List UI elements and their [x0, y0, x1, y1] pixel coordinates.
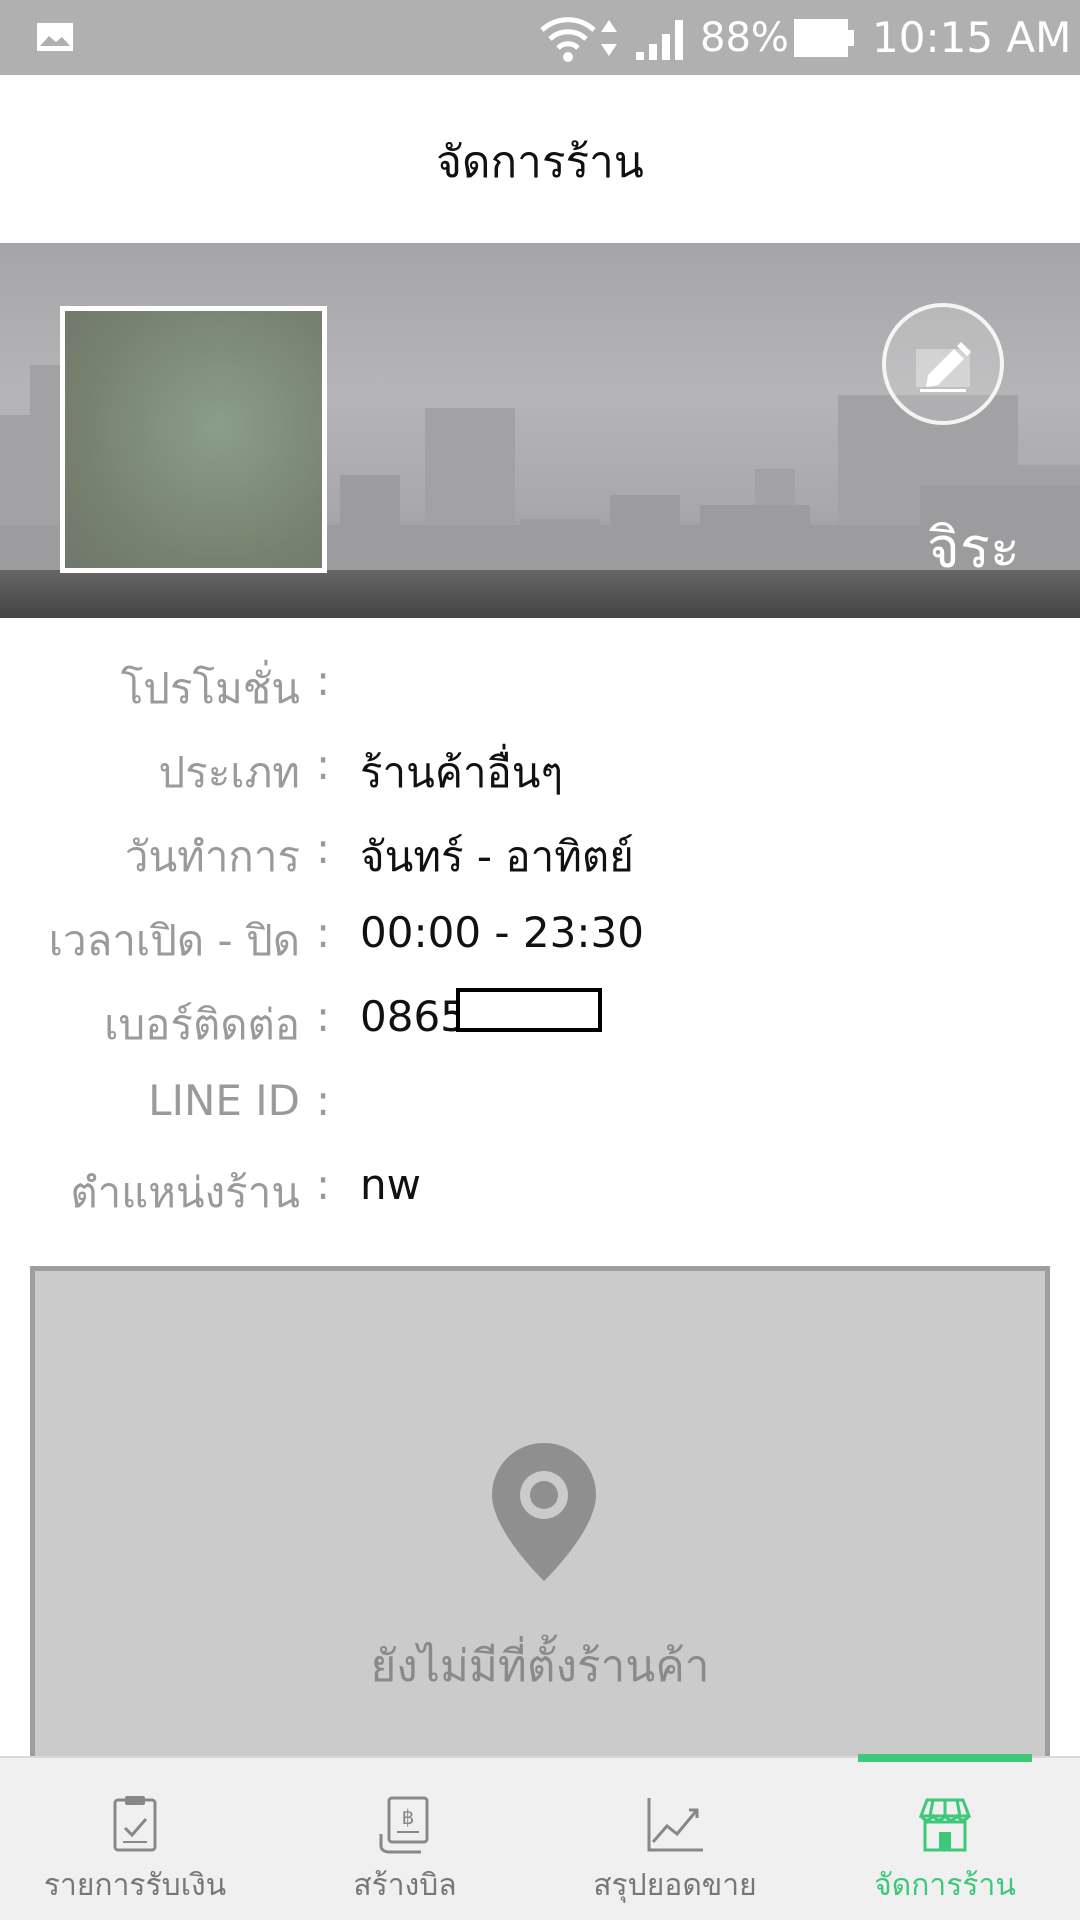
clock: 10:15 AM — [872, 13, 1072, 62]
promotion-label: โปรโมชั่น — [120, 664, 300, 713]
info-row-work-days: วันทำการ : จันทร์ - อาทิตย์ — [0, 820, 1080, 884]
map-pin-icon — [492, 1443, 596, 1581]
info-row-phone: เบอร์ติดต่อ : 0865 — [0, 988, 1080, 1052]
gallery-icon — [37, 23, 73, 51]
colon: : — [316, 1076, 331, 1125]
app-header: จัดการร้าน — [0, 75, 1080, 243]
nav-label: รายการรับเงิน — [43, 1868, 227, 1903]
shop-name: จิระ — [927, 516, 1020, 581]
category-label: ประเภท — [158, 748, 300, 797]
shop-banner: จิระ — [0, 243, 1080, 618]
wifi-icon — [540, 17, 596, 62]
work-days-label: วันทำการ — [124, 832, 300, 881]
line-chart-icon — [647, 1798, 703, 1852]
signal-icon — [636, 20, 683, 60]
battery-icon — [794, 19, 854, 57]
colon: : — [316, 992, 331, 1041]
edit-shop-button[interactable] — [882, 303, 1004, 425]
category-value: ร้านค้าอื่นๆ — [360, 748, 564, 797]
status-bar: 88% 10:15 AM — [0, 0, 1080, 75]
phone-value: 0865 — [360, 992, 467, 1041]
nav-item-manage-shop[interactable]: จัดการร้าน — [810, 1758, 1080, 1920]
work-days-value: จันทร์ - อาทิตย์ — [360, 832, 634, 881]
hours-value: 00:00 - 23:30 — [360, 908, 644, 957]
bottom-nav: รายการรับเงิน ฿ สร้างบิล สรุปยอดขาย จัดก — [0, 1754, 1080, 1920]
shop-photo[interactable] — [60, 306, 327, 573]
colon: : — [316, 740, 331, 789]
page-title: จัดการร้าน — [436, 137, 644, 188]
phone-label: เบอร์ติดต่อ — [104, 1000, 300, 1049]
shop-map[interactable]: ยังไม่มีที่ตั้งร้านค้า — [30, 1266, 1050, 1766]
pencil-icon — [916, 342, 971, 392]
info-row-category: ประเภท : ร้านค้าอื่นๆ — [0, 736, 1080, 800]
hours-label: เวลาเปิด - ปิด — [48, 916, 300, 965]
colon: : — [316, 656, 331, 705]
nav-item-payments[interactable]: รายการรับเงิน — [0, 1758, 270, 1920]
svg-text:฿: ฿ — [402, 1805, 415, 1829]
clipboard-check-icon — [113, 1796, 157, 1852]
baht-receipt-icon: ฿ — [379, 1796, 429, 1854]
colon: : — [316, 824, 331, 873]
store-icon — [918, 1798, 972, 1852]
nav-item-sales-summary[interactable]: สรุปยอดขาย — [540, 1758, 810, 1920]
battery-percent: 88% — [700, 15, 789, 61]
redaction-box — [456, 988, 602, 1032]
colon: : — [316, 908, 331, 957]
data-arrows-icon — [601, 20, 617, 56]
nav-label: สร้างบิล — [353, 1868, 457, 1903]
banner-ground — [0, 570, 1080, 618]
location-value: nw — [360, 1160, 421, 1209]
info-row-location: ตำแหน่งร้าน : nw — [0, 1156, 1080, 1220]
map-empty-text: ยังไม่มีที่ตั้งร้านค้า — [370, 1641, 710, 1692]
line-id-label: LINE ID — [148, 1076, 300, 1125]
info-row-line-id: LINE ID : — [0, 1072, 1080, 1136]
info-row-hours: เวลาเปิด - ปิด : 00:00 - 23:30 — [0, 904, 1080, 968]
nav-label: จัดการร้าน — [874, 1868, 1016, 1903]
nav-item-create-bill[interactable]: ฿ สร้างบิล — [270, 1758, 540, 1920]
location-label: ตำแหน่งร้าน — [70, 1168, 300, 1217]
colon: : — [316, 1160, 331, 1209]
info-row-promotion: โปรโมชั่น : — [0, 652, 1080, 716]
nav-label: สรุปยอดขาย — [593, 1868, 757, 1903]
